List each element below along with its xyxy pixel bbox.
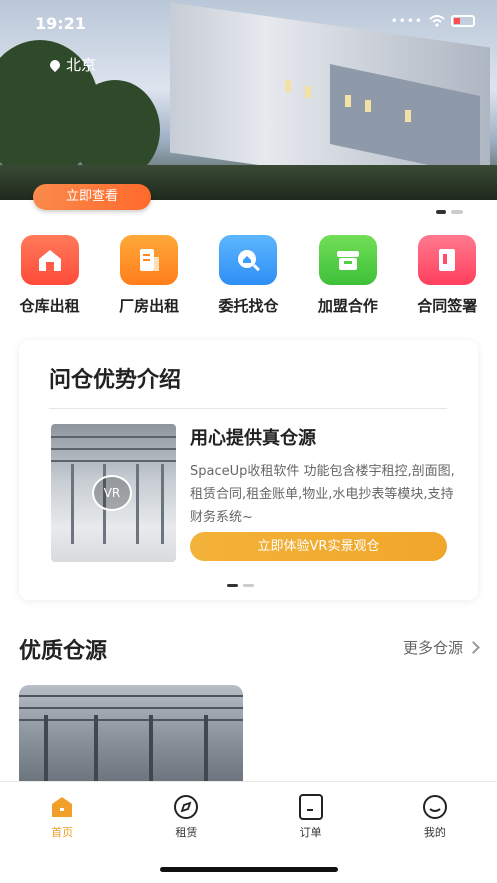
- chevron-right-icon: [467, 641, 480, 654]
- wifi-icon: [429, 15, 445, 27]
- category-entrust-search[interactable]: 委托找仓: [204, 235, 292, 316]
- status-icons: ••••: [391, 14, 475, 28]
- tab-home[interactable]: 首页: [0, 782, 124, 846]
- warehouse-icon: [20, 235, 79, 285]
- tab-orders[interactable]: 订单: [249, 782, 373, 846]
- divider: [49, 408, 447, 409]
- quality-section-title: 优质仓源: [19, 639, 108, 664]
- location-label: 北京: [66, 56, 97, 74]
- category-contract-sign[interactable]: 合同签署: [403, 235, 491, 316]
- category-warehouse-rent[interactable]: 仓库出租: [6, 235, 94, 316]
- location-selector[interactable]: 北京: [47, 54, 97, 75]
- more-warehouses-link[interactable]: 更多仓源: [403, 637, 480, 658]
- vr-warehouse-image[interactable]: VR: [51, 424, 176, 562]
- store-icon: [318, 235, 377, 285]
- search-house-icon: [219, 235, 278, 285]
- profile-icon: [421, 794, 449, 820]
- advantage-title: 问仓优势介绍: [49, 368, 182, 393]
- status-time: 19:21: [35, 14, 86, 33]
- card-pagination: [227, 584, 254, 587]
- view-now-button[interactable]: 立即查看: [33, 184, 151, 210]
- contract-icon: [418, 235, 477, 285]
- factory-doc-icon: [120, 235, 179, 285]
- warehouse-listing-image[interactable]: [19, 685, 243, 785]
- vr-experience-button[interactable]: 立即体验VR实景观仓: [190, 532, 447, 561]
- location-pin-icon: [47, 57, 63, 72]
- compass-icon: [172, 794, 200, 820]
- signal-dots-icon: ••••: [390, 14, 423, 28]
- home-icon: [48, 794, 76, 820]
- bottom-tab-bar: 首页 租赁 订单 我的: [0, 781, 497, 846]
- vr-badge-icon: VR: [92, 475, 132, 511]
- advantage-card: 问仓优势介绍 VR 用心提供真仓源 SpaceUp收租软件 功能包含楼宇租控,剖…: [19, 340, 478, 600]
- order-icon: [297, 794, 325, 820]
- tab-profile[interactable]: 我的: [373, 782, 497, 846]
- category-franchise[interactable]: 加盟合作: [304, 235, 392, 316]
- feature-description: SpaceUp收租软件 功能包含楼宇租控,剖面图,租赁合同,租金账单,物业,水电…: [190, 464, 455, 525]
- category-grid: 仓库出租 厂房出租 委托找仓 加盟合作 合同签署: [0, 235, 497, 316]
- feature-title: 用心提供真仓源: [190, 428, 316, 449]
- category-factory-rent[interactable]: 厂房出租: [105, 235, 193, 316]
- battery-icon: [451, 15, 475, 27]
- home-indicator: [160, 867, 338, 872]
- tab-lease[interactable]: 租赁: [124, 782, 248, 846]
- banner-pagination: [436, 210, 463, 214]
